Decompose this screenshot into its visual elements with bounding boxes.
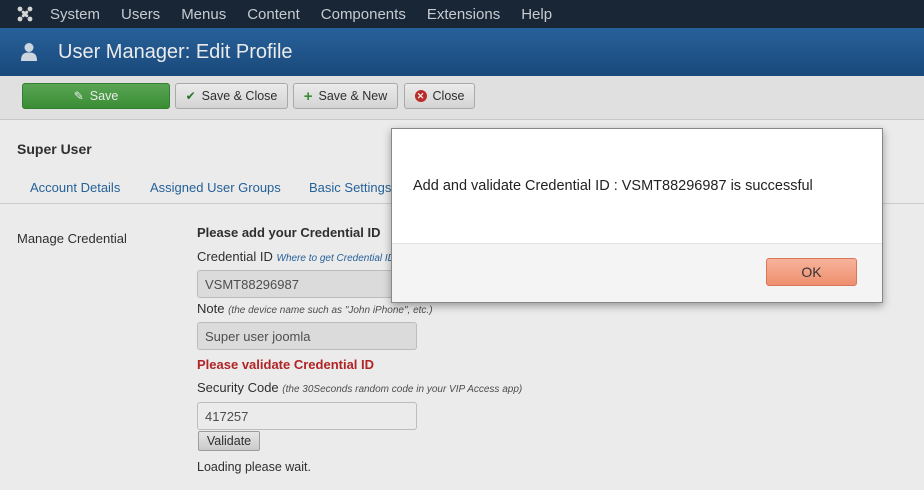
- dialog-body: Add and validate Credential ID : VSMT882…: [392, 129, 882, 243]
- ok-button[interactable]: OK: [766, 258, 857, 286]
- dialog-footer: OK: [392, 243, 882, 302]
- dialog-message: Add and validate Credential ID : VSMT882…: [413, 178, 813, 194]
- success-dialog: Add and validate Credential ID : VSMT882…: [391, 128, 883, 303]
